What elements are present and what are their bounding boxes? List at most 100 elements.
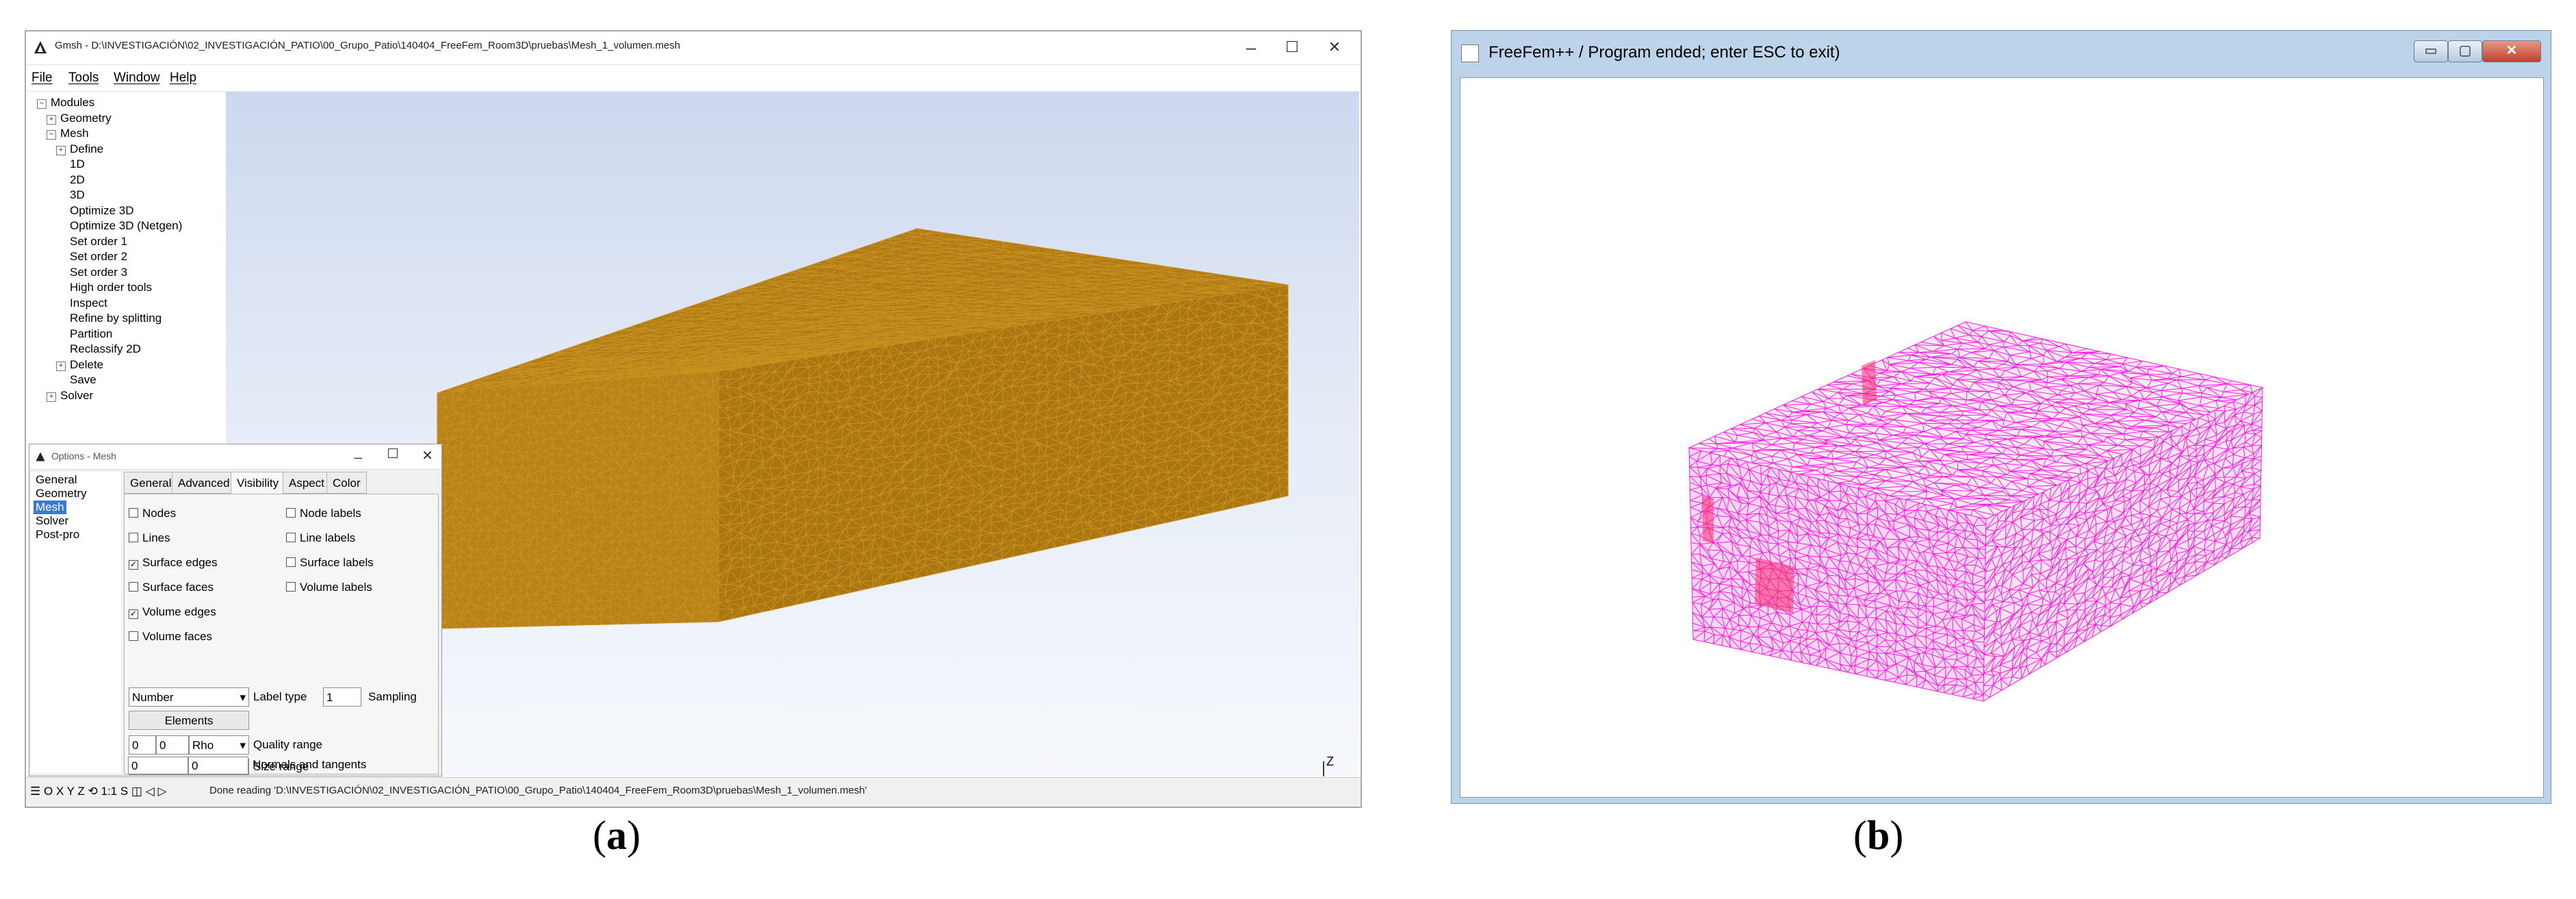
- checkbox-label: Lines: [142, 531, 170, 544]
- checkbox-option[interactable]: Surface faces: [129, 581, 214, 594]
- tree-item[interactable]: Optimize 3D: [70, 204, 134, 218]
- tab-color[interactable]: Color: [326, 472, 367, 494]
- tree-item[interactable]: + Define: [56, 142, 103, 156]
- tree-item-label: Set order 2: [70, 250, 128, 263]
- tree-item[interactable]: High order tools: [70, 281, 152, 294]
- tree-item[interactable]: Set order 1: [70, 235, 127, 249]
- caption-a-letter: a: [606, 813, 627, 858]
- checkbox-option[interactable]: ✓ Surface edges: [129, 556, 218, 570]
- normals-tangents-label: Normals and tangents: [253, 758, 367, 771]
- freefem-minimize-button[interactable]: ▭: [2414, 40, 2448, 62]
- checkbox-label: Volume faces: [142, 630, 213, 643]
- gmsh-maximize-button[interactable]: ☐: [1272, 37, 1313, 58]
- category-general[interactable]: General: [34, 473, 79, 487]
- checkmark-icon[interactable]: ✓: [129, 609, 138, 619]
- checkbox-label: Node labels: [300, 507, 361, 520]
- tab-general[interactable]: General: [124, 472, 178, 494]
- checkbox-option[interactable]: Lines: [129, 531, 170, 545]
- chevron-down-icon: ▾: [240, 739, 246, 752]
- tree-item[interactable]: Partition: [70, 327, 112, 341]
- expand-icon[interactable]: +: [56, 361, 66, 371]
- sampling-label: Sampling: [368, 690, 417, 703]
- tree-item[interactable]: 3D: [70, 188, 85, 202]
- tree-item-label: 1D: [70, 157, 85, 170]
- checkbox-box[interactable]: [286, 533, 296, 542]
- label-type-value: Number: [132, 691, 174, 704]
- tree-item[interactable]: + Solver: [47, 389, 93, 403]
- checkbox-option[interactable]: Nodes: [129, 507, 176, 520]
- checkbox-box[interactable]: [286, 557, 296, 567]
- checkbox-box[interactable]: [286, 582, 296, 592]
- tree-item[interactable]: − Modules: [37, 96, 94, 110]
- freefem-graphics-area[interactable]: [1460, 77, 2544, 798]
- category-solver[interactable]: Solver: [34, 514, 70, 528]
- gmsh-close-button[interactable]: ✕: [1314, 37, 1355, 58]
- tree-item[interactable]: Inspect: [70, 296, 107, 310]
- quality-max-input[interactable]: 0: [156, 735, 189, 755]
- freefem-titlebar: FreeFem++ / Program ended; enter ESC to …: [1452, 31, 2551, 77]
- quality-measure-select[interactable]: Rho ▾: [189, 735, 249, 755]
- checkbox-box[interactable]: [129, 533, 138, 542]
- menu-window[interactable]: Window: [114, 71, 160, 86]
- category-mesh[interactable]: Mesh: [34, 501, 66, 514]
- category-geometry[interactable]: Geometry: [34, 487, 89, 501]
- tree-item[interactable]: Refine by splitting: [70, 312, 162, 325]
- menu-help[interactable]: Help: [170, 71, 196, 86]
- tree-item[interactable]: Save: [70, 373, 96, 387]
- menu-tools[interactable]: Tools: [68, 71, 99, 86]
- checkbox-option[interactable]: Volume labels: [286, 581, 372, 594]
- checkbox-option[interactable]: Volume faces: [129, 630, 212, 644]
- tree-item[interactable]: Reclassify 2D: [70, 342, 141, 356]
- freefem-mesh-render[interactable]: [1460, 78, 2543, 797]
- checkbox-option[interactable]: Line labels: [286, 531, 355, 545]
- menu-file[interactable]: File: [31, 71, 53, 86]
- tab-advanced[interactable]: Advanced: [172, 472, 236, 494]
- normals-input[interactable]: 0: [128, 757, 188, 774]
- checkbox-label: Line labels: [300, 531, 356, 544]
- checkbox-label: Surface edges: [142, 556, 218, 569]
- checkbox-option[interactable]: ✓ Volume edges: [129, 605, 216, 619]
- checkbox-box[interactable]: [129, 631, 138, 641]
- checkbox-box[interactable]: [129, 508, 138, 518]
- sampling-input[interactable]: 1: [323, 687, 361, 707]
- freefem-close-button[interactable]: ✕: [2482, 40, 2541, 62]
- checkmark-icon[interactable]: ✓: [129, 560, 138, 570]
- tab-aspect[interactable]: Aspect: [283, 472, 331, 494]
- axis-z-label: Z: [1326, 755, 1334, 768]
- collapse-icon[interactable]: −: [47, 130, 56, 140]
- tree-item[interactable]: Set order 3: [70, 266, 127, 279]
- checkbox-box[interactable]: [286, 508, 296, 518]
- quality-min-input[interactable]: 0: [129, 735, 156, 755]
- options-close-button[interactable]: ✕: [422, 447, 433, 464]
- tree-item[interactable]: 1D: [70, 157, 85, 171]
- tangents-input[interactable]: 0: [188, 757, 248, 774]
- tree-item[interactable]: + Delete: [56, 358, 103, 372]
- options-maximize-button[interactable]: [388, 448, 398, 458]
- expand-icon[interactable]: +: [47, 392, 56, 402]
- tree-item[interactable]: − Mesh: [47, 127, 89, 140]
- tab-visibility[interactable]: Visibility: [231, 472, 285, 494]
- checkbox-box[interactable]: [129, 582, 138, 592]
- label-type-select[interactable]: Number ▾: [129, 687, 249, 707]
- expand-icon[interactable]: +: [56, 145, 66, 155]
- tree-item[interactable]: Optimize 3D (Netgen): [70, 219, 182, 233]
- elements-button[interactable]: Elements: [129, 711, 249, 730]
- checkbox-option[interactable]: Surface labels: [286, 556, 374, 570]
- freefem-maximize-button[interactable]: ▢: [2448, 40, 2482, 62]
- tree-item-label: Inspect: [70, 296, 107, 309]
- options-minimize-button[interactable]: _: [355, 444, 362, 460]
- tree-item[interactable]: + Geometry: [47, 112, 112, 125]
- label-type-label: Label type: [253, 690, 307, 703]
- collapse-icon[interactable]: −: [37, 99, 47, 109]
- checkbox-label: Nodes: [142, 507, 177, 520]
- tree-item-label: 3D: [70, 188, 85, 201]
- tree-item[interactable]: Set order 2: [70, 250, 127, 264]
- category-post-pro[interactable]: Post-pro: [34, 528, 81, 542]
- checkbox-option[interactable]: Node labels: [286, 507, 361, 520]
- tree-item-label: Optimize 3D: [70, 203, 134, 217]
- status-toolbar[interactable]: ☰ O X Y Z ⟲ 1:1 S ◫ ◁ ▷: [30, 785, 167, 798]
- gmsh-minimize-button[interactable]: –: [1231, 37, 1272, 58]
- tree-item[interactable]: 2D: [70, 173, 85, 187]
- expand-icon[interactable]: +: [47, 114, 56, 125]
- gmsh-titlebar: Gmsh - D:\INVESTIGACIÓN\02_INVESTIGACIÓN…: [26, 31, 1361, 65]
